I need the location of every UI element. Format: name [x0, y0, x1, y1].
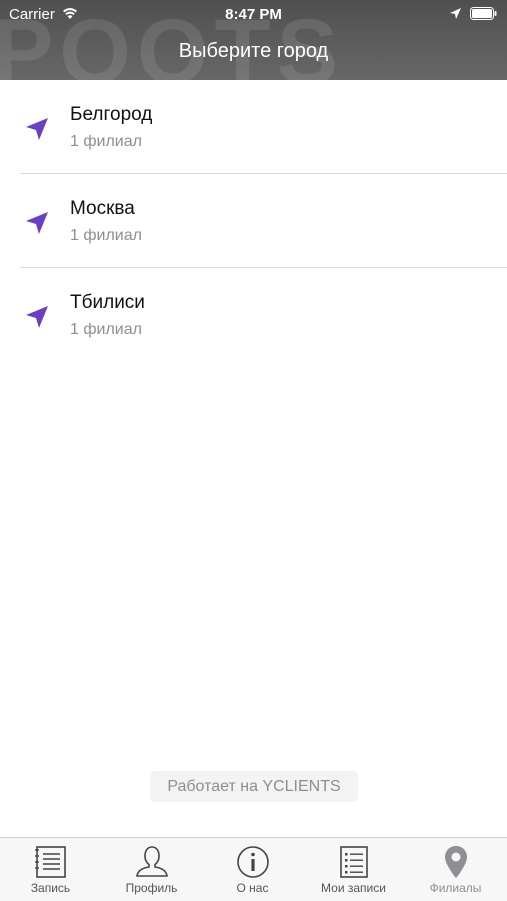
- header: POOTS Carrier 8:47 PM Выберите город: [0, 0, 507, 80]
- tab-label: Филиалы: [429, 881, 482, 895]
- clock: 8:47 PM: [225, 6, 282, 23]
- page-title: Выберите город: [178, 40, 329, 62]
- tab-my-bookings[interactable]: Мои записи: [303, 838, 404, 901]
- info-icon: [237, 846, 269, 878]
- person-icon: [136, 846, 168, 877]
- branch-count: 1 филиал: [70, 227, 142, 244]
- navigation-arrow-icon: [26, 306, 48, 328]
- tab-label: О нас: [236, 881, 269, 895]
- battery-icon: [470, 7, 497, 20]
- city-row-belgorod[interactable]: Белгород 1 филиал: [0, 80, 507, 174]
- map-pin-icon: [445, 846, 467, 878]
- city-row-moscow[interactable]: Москва 1 филиал: [0, 174, 507, 268]
- city-row-tbilisi[interactable]: Тбилиси 1 филиал: [0, 268, 507, 362]
- location-arrow-icon: [450, 8, 461, 19]
- status-bar: Carrier 8:47 PM: [0, 0, 507, 28]
- tab-about[interactable]: О нас: [202, 838, 303, 901]
- tab-branches[interactable]: Филиалы: [405, 838, 506, 901]
- list-icon: [340, 846, 368, 878]
- tab-label: Запись: [30, 881, 71, 895]
- powered-by-link[interactable]: Работает на YCLIENTS: [150, 771, 358, 802]
- tab-booking[interactable]: Запись: [0, 838, 101, 901]
- city-list: Белгород 1 филиал Москва 1 филиал Тбилис…: [0, 80, 507, 362]
- city-name: Тбилиси: [70, 292, 145, 313]
- tab-label: Профиль: [125, 881, 178, 895]
- tab-profile[interactable]: Профиль: [101, 838, 202, 901]
- navigation-arrow-icon: [26, 118, 48, 140]
- city-name: Москва: [70, 198, 135, 219]
- branch-count: 1 филиал: [70, 321, 142, 338]
- navigation-arrow-icon: [26, 212, 48, 234]
- branch-count: 1 филиал: [70, 133, 142, 150]
- tab-label: Мои записи: [321, 881, 386, 895]
- tab-bar: Запись Профиль О нас Мои записи Филиалы: [0, 837, 507, 901]
- city-name: Белгород: [70, 104, 153, 125]
- notepad-icon: [35, 846, 66, 878]
